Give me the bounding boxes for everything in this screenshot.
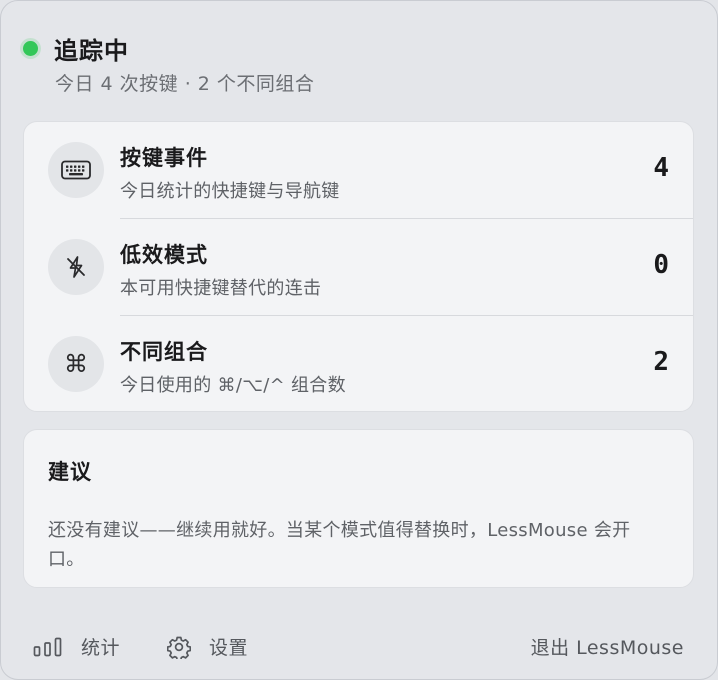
suggestions-card: 建议 还没有建议——继续用就好。当某个模式值得替换时，LessMouse 会开口…	[23, 429, 694, 588]
stat-value: 2	[653, 347, 669, 377]
lightning-slash-icon	[48, 239, 104, 295]
quit-button[interactable]: 退出 LessMouse	[531, 633, 684, 660]
keyboard-icon	[48, 142, 104, 198]
stat-row-distinct-combos: ⌘ 不同组合 今日使用的 ⌘/⌥/^ 组合数 2	[24, 316, 693, 411]
stat-description: 本可用快捷键替代的连击	[120, 278, 322, 299]
status-row: 追踪中	[21, 31, 697, 65]
status-subtitle: 今日 4 次按键 · 2 个不同组合	[55, 73, 315, 95]
stat-title: 低效模式	[120, 243, 208, 267]
settings-label: 设置	[209, 637, 249, 659]
gear-icon	[167, 635, 191, 659]
footer: 统计 设置 退出 LessMouse	[1, 627, 717, 667]
stat-description: 今日统计的快捷键与导航键	[120, 181, 340, 202]
stat-description: 今日使用的 ⌘/⌥/^ 组合数	[120, 375, 346, 396]
status-indicator-dot	[23, 40, 38, 56]
command-icon: ⌘	[48, 336, 104, 392]
suggestions-body: 还没有建议——继续用就好。当某个模式值得替换时，LessMouse 会开口。	[48, 520, 631, 570]
bar-chart-icon	[33, 637, 63, 657]
stat-value: 4	[653, 153, 669, 183]
stat-title: 不同组合	[120, 340, 208, 364]
command-glyph: ⌘	[64, 350, 88, 378]
settings-button[interactable]: 设置	[167, 633, 248, 660]
stat-value: 0	[653, 250, 669, 280]
suggestions-title: 建议	[48, 460, 92, 484]
status-title: 追踪中	[54, 36, 129, 65]
quit-label: 退出 LessMouse	[530, 637, 684, 659]
header: 追踪中 今日 4 次按键 · 2 个不同组合	[21, 31, 697, 96]
stat-row-key-events: 按键事件 今日统计的快捷键与导航键 4	[24, 122, 693, 219]
stat-title: 按键事件	[120, 146, 208, 170]
tracking-panel: 追踪中 今日 4 次按键 · 2 个不同组合 按键事件 今日统计的快捷键与导航键…	[0, 0, 718, 680]
stats-button[interactable]: 统计	[33, 633, 120, 660]
stats-card: 按键事件 今日统计的快捷键与导航键 4 低效模式 本可用快捷键替代的连击 0 ⌘…	[23, 121, 694, 412]
stat-row-inefficient-patterns: 低效模式 本可用快捷键替代的连击 0	[24, 219, 693, 316]
stats-label: 统计	[81, 637, 121, 659]
